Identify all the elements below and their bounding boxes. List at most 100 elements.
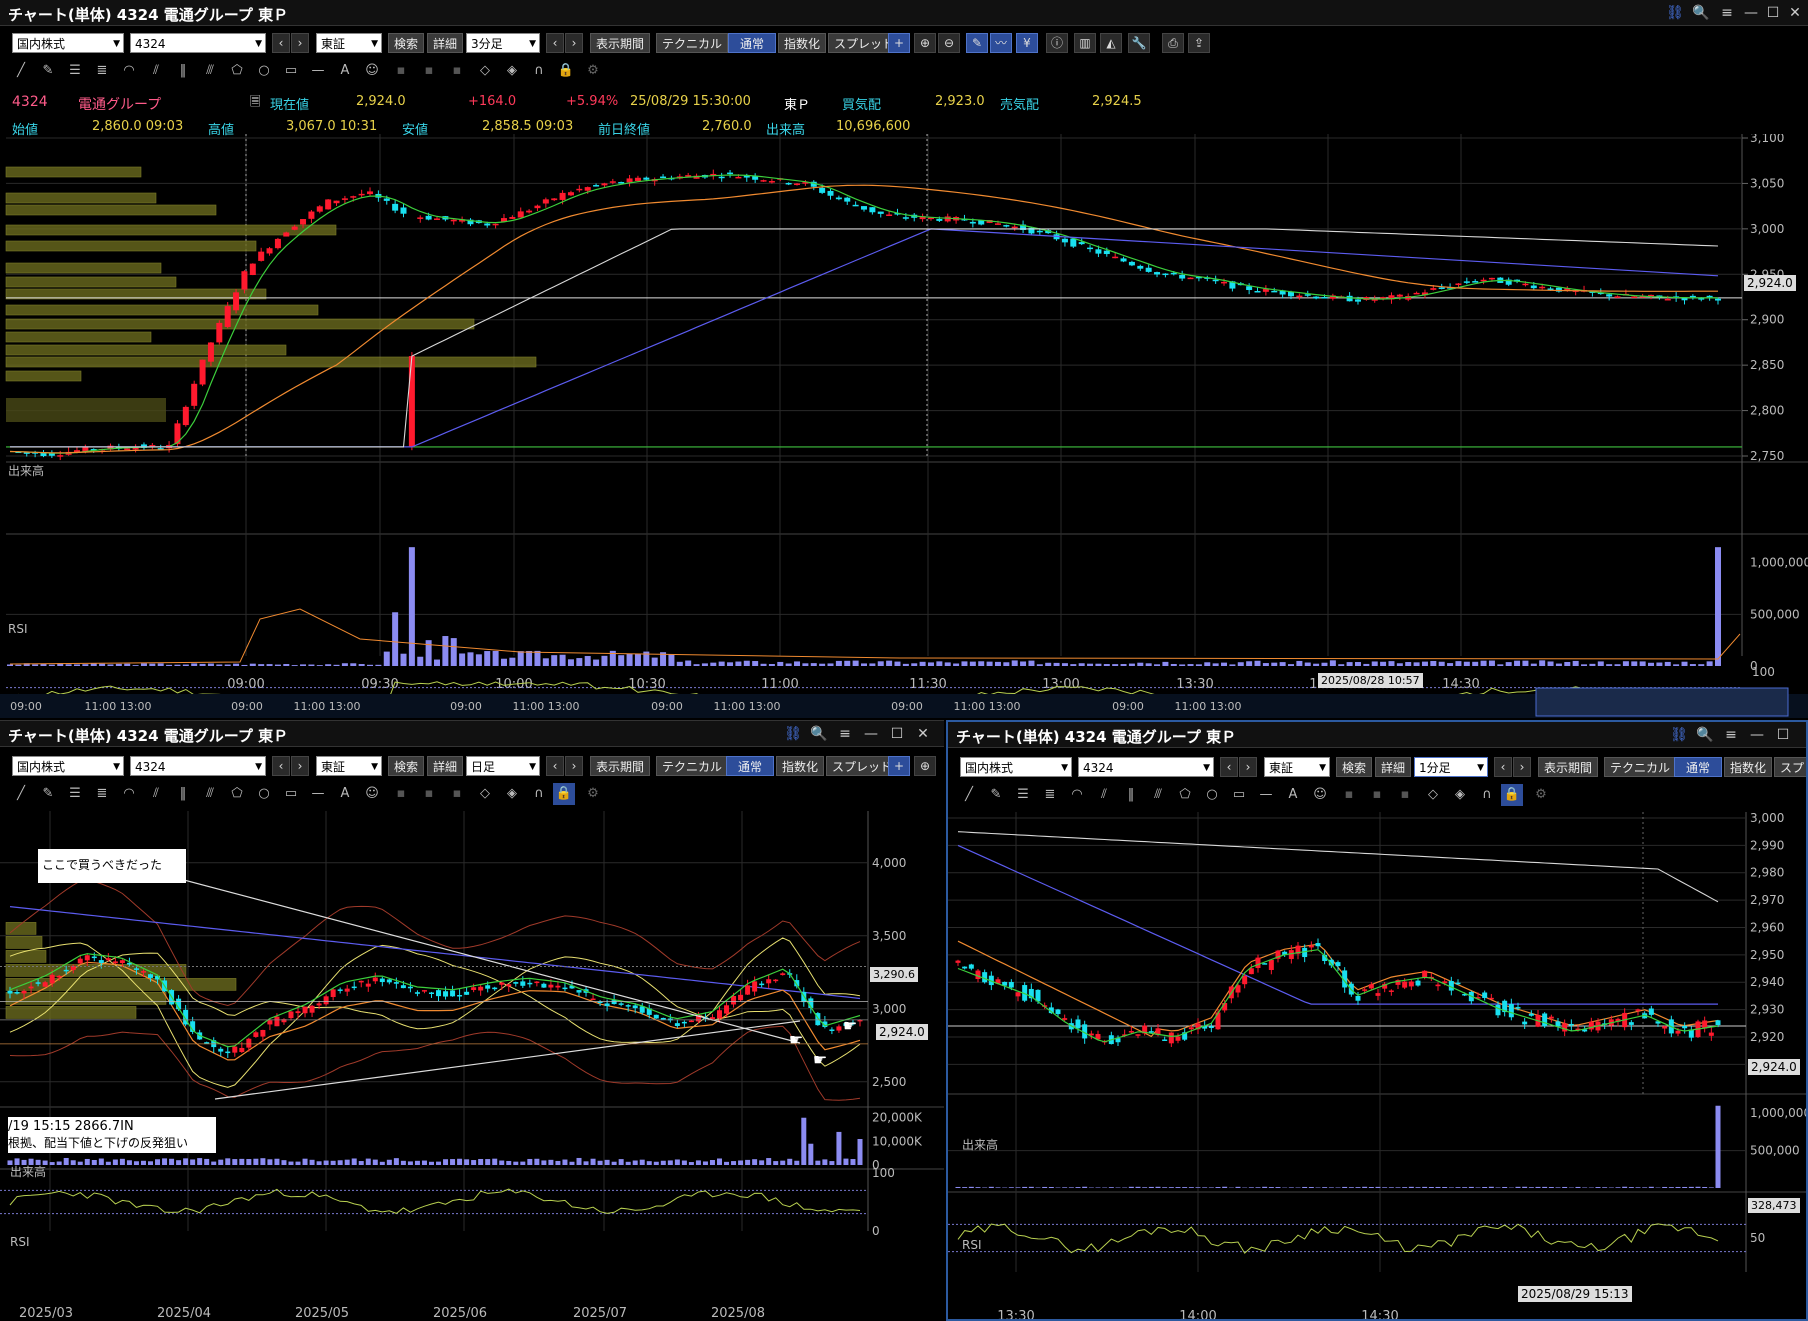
document-icon[interactable]: 🗏: [250, 93, 260, 115]
pentagon-icon[interactable]: ⬠: [1174, 784, 1196, 806]
code-input[interactable]: 4324 ▼: [130, 33, 266, 53]
hline-icon[interactable]: —: [307, 60, 329, 82]
market-select[interactable]: 国内株式 ▼: [12, 756, 124, 776]
market-select[interactable]: 国内株式 ▼: [960, 757, 1072, 777]
maximize-icon[interactable]: ☐: [1762, 4, 1784, 22]
horizontal-lines-icon[interactable]: ☰: [64, 60, 86, 82]
arc-icon[interactable]: ◠: [1066, 784, 1088, 806]
period-button[interactable]: 表示期間: [590, 756, 651, 776]
prev-interval-button[interactable]: ‹: [1494, 757, 1512, 777]
detail-button[interactable]: 詳細: [1375, 757, 1412, 777]
erase-all-icon[interactable]: ◈: [501, 783, 523, 805]
exchange-select[interactable]: 東証 ▼: [316, 33, 382, 53]
menu-icon[interactable]: ≡: [834, 725, 856, 743]
fan-icon[interactable]: ⫽: [145, 783, 167, 805]
close-icon[interactable]: ✕: [1784, 4, 1806, 22]
export-icon[interactable]: ⇪: [1188, 33, 1210, 53]
info-icon[interactable]: ⓘ: [1046, 33, 1068, 53]
rectangle-icon[interactable]: ▭: [280, 60, 302, 82]
daily-chart[interactable]: 4,000 3,500 3,000 2,500 2025/03 2025/04 2025/0…: [0, 811, 944, 1321]
hline-icon[interactable]: —: [1255, 784, 1277, 806]
circle-icon[interactable]: ○: [1201, 784, 1223, 806]
horizontal-lines-icon[interactable]: ☰: [1012, 784, 1034, 806]
trendline-icon[interactable]: ╱: [10, 60, 32, 82]
lock-icon[interactable]: 🔒: [555, 60, 577, 82]
channel-icon[interactable]: ⫻: [199, 60, 221, 82]
search-button[interactable]: 検索: [1336, 757, 1373, 777]
cursor-icon[interactable]: ▪: [1338, 784, 1360, 806]
circle-icon[interactable]: ○: [253, 60, 275, 82]
circle-icon[interactable]: ○: [253, 783, 275, 805]
settings-icon[interactable]: ⚙: [582, 783, 604, 805]
interval-select[interactable]: 3分足 ▼: [466, 33, 540, 53]
next-interval-button[interactable]: ›: [565, 33, 583, 53]
horizontal-lines-icon[interactable]: ☰: [64, 783, 86, 805]
hline-icon[interactable]: —: [307, 783, 329, 805]
code-input[interactable]: 4324 ▼: [130, 756, 266, 776]
wrench-icon[interactable]: 🔧: [1128, 33, 1150, 53]
market-select[interactable]: 国内株式 ▼: [12, 33, 124, 53]
next-code-button[interactable]: ›: [291, 33, 309, 53]
next-interval-button[interactable]: ›: [565, 756, 583, 776]
minimize-icon[interactable]: —: [860, 725, 882, 743]
index-button[interactable]: 指数化: [778, 33, 827, 53]
minimize-icon[interactable]: —: [1746, 726, 1768, 744]
index-button[interactable]: 指数化: [1724, 757, 1773, 777]
emoji-icon[interactable]: ☺: [1309, 784, 1331, 806]
print-icon[interactable]: ⎙: [1162, 33, 1184, 53]
rectangle-icon[interactable]: ▭: [1228, 784, 1250, 806]
magnet-icon[interactable]: ∩: [528, 60, 550, 82]
zoom-in-icon[interactable]: ⊕: [914, 756, 936, 776]
cursor-icon[interactable]: ▪: [390, 783, 412, 805]
pencil-icon[interactable]: ✎: [985, 784, 1007, 806]
crosshair-icon[interactable]: +: [888, 33, 910, 53]
prev-code-button[interactable]: ‹: [1220, 757, 1238, 777]
annotation-entry-note[interactable]: /19 15:15 2866.7IN 根拠、配当下値と下げの反発狙い: [8, 1117, 216, 1153]
period-button[interactable]: 表示期間: [590, 33, 651, 53]
wave-icon[interactable]: 〰: [990, 33, 1012, 53]
fib-icon[interactable]: ≣: [1039, 784, 1061, 806]
search-icon[interactable]: 🔍: [1694, 726, 1716, 744]
menu-icon[interactable]: ≡: [1720, 726, 1742, 744]
close-icon[interactable]: ✕: [912, 725, 934, 743]
titlebar[interactable]: チャート(単体) 4324 電通グループ 東Ｐ ⛓ 🔍 ≡ — ☐ ✕: [0, 0, 1808, 26]
fan-icon[interactable]: ⫽: [1093, 784, 1115, 806]
settings-icon[interactable]: ⚙: [1530, 784, 1552, 806]
erase-icon[interactable]: ◇: [1422, 784, 1444, 806]
erase-icon[interactable]: ◇: [474, 60, 496, 82]
zoom-in-icon[interactable]: ⊕: [914, 33, 936, 53]
trendline-icon[interactable]: ╱: [958, 784, 980, 806]
vertical-lines-icon[interactable]: ‖: [172, 783, 194, 805]
pentagon-icon[interactable]: ⬠: [226, 783, 248, 805]
erase-all-icon[interactable]: ◈: [1449, 784, 1471, 806]
channel-icon[interactable]: ⫻: [1147, 784, 1169, 806]
cursor-icon[interactable]: ▪: [390, 60, 412, 82]
minute-chart[interactable]: 3,000 2,990 2,980 2,970 2,960 2,950 2,940 2,930…: [948, 812, 1806, 1321]
text-icon[interactable]: A: [334, 783, 356, 805]
next-code-button[interactable]: ›: [291, 756, 309, 776]
titlebar[interactable]: チャート(単体) 4324 電通グループ 東Ｐ ⛓ 🔍 ≡ — ☐ ✕: [0, 721, 944, 747]
intraday-chart-3min[interactable]: 3,1003,0503,0002,9502,9002,8502,8002,750…: [0, 134, 1808, 718]
pencil-icon[interactable]: ✎: [37, 783, 59, 805]
technical-button[interactable]: テクニカル: [656, 756, 729, 776]
paste-icon[interactable]: ▪: [1394, 784, 1416, 806]
yen-icon[interactable]: ¥: [1016, 33, 1038, 53]
copy-icon[interactable]: ▪: [1366, 784, 1388, 806]
vertical-lines-icon[interactable]: ‖: [1120, 784, 1142, 806]
vertical-lines-icon[interactable]: ‖: [172, 60, 194, 82]
search-button[interactable]: 検索: [388, 33, 425, 53]
paste-icon[interactable]: ▪: [446, 783, 468, 805]
link-icon[interactable]: ⛓: [1664, 4, 1686, 22]
search-button[interactable]: 検索: [388, 756, 425, 776]
search-icon[interactable]: 🔍: [808, 725, 830, 743]
fib-icon[interactable]: ≣: [91, 783, 113, 805]
detail-button[interactable]: 詳細: [427, 756, 464, 776]
trendline-icon[interactable]: ╱: [10, 783, 32, 805]
settings-icon[interactable]: ⚙: [582, 60, 604, 82]
annotation-buy-note[interactable]: ここで買うべきだった: [38, 849, 186, 883]
prev-code-button[interactable]: ‹: [272, 33, 290, 53]
text-icon[interactable]: A: [334, 60, 356, 82]
period-button[interactable]: 表示期間: [1538, 757, 1599, 777]
fan-icon[interactable]: ⫽: [145, 60, 167, 82]
next-code-button[interactable]: ›: [1239, 757, 1257, 777]
